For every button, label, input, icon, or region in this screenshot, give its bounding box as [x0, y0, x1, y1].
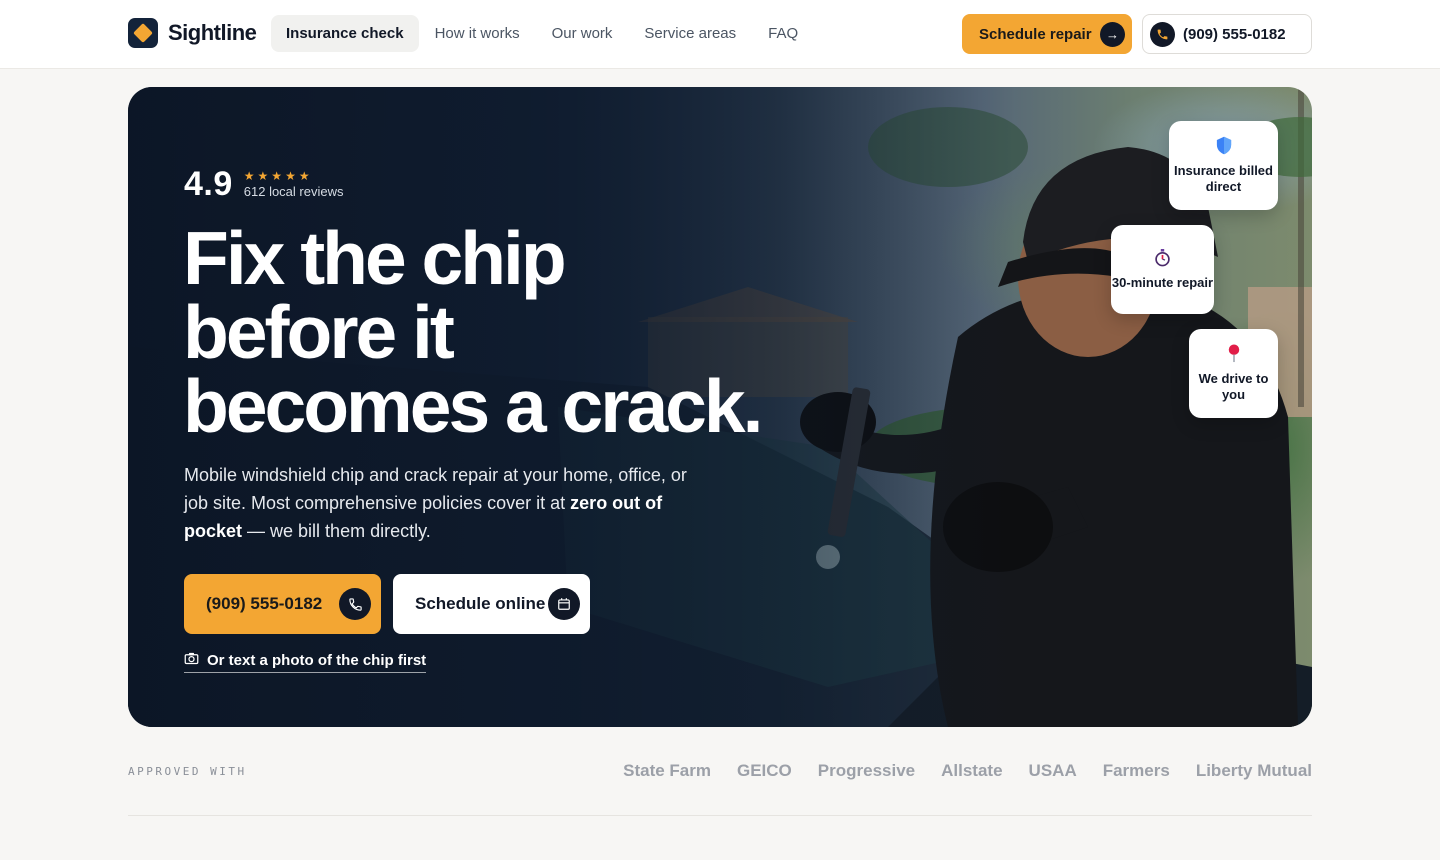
- nav-links: Insurance check How it works Our work Se…: [271, 15, 814, 52]
- hero-section: 4.9 ★ ★ ★ ★ ★ 612 local reviews Fix the …: [128, 87, 1312, 727]
- star-icon: ★: [298, 169, 310, 183]
- logo[interactable]: Sightline: [128, 18, 257, 48]
- hero-subtitle: Mobile windshield chip and crack repair …: [184, 461, 714, 545]
- star-icon: ★: [257, 169, 269, 183]
- schedule-repair-label: Schedule repair: [979, 25, 1092, 43]
- headline-line-1: Fix the chip: [183, 216, 567, 300]
- header-phone-button[interactable]: (909) 555-0182: [1142, 14, 1312, 54]
- phone-icon: [1150, 22, 1175, 47]
- logo-mark-icon: [128, 18, 158, 48]
- insurer-liberty-mutual: Liberty Mutual: [1195, 761, 1312, 780]
- nav-link-insurance-check[interactable]: Insurance check: [271, 15, 419, 52]
- rating-summary: 4.9 ★ ★ ★ ★ ★ 612 local reviews: [184, 165, 343, 204]
- schedule-online-label: Schedule online: [415, 594, 546, 613]
- camera-icon: [184, 652, 199, 669]
- badge-insurance: Insurance billed direct: [1169, 121, 1278, 210]
- insurer-farmers: Farmers: [1102, 761, 1170, 780]
- review-count: 612 local reviews: [243, 184, 344, 199]
- headline-line-2: before it: [183, 290, 455, 374]
- insurer-usaa: USAA: [1028, 761, 1077, 780]
- phone-icon: [339, 588, 371, 620]
- star-rating: ★ ★ ★ ★ ★: [244, 170, 344, 182]
- headline-line-3: becomes a crack.: [183, 364, 763, 448]
- calendar-icon: [548, 588, 580, 620]
- insurer-geico: GEICO: [736, 761, 792, 780]
- subtitle-text-end: — we bill them directly.: [242, 521, 431, 541]
- badge-mobile: We drive to you: [1189, 329, 1278, 418]
- arrow-right-icon: →: [1100, 22, 1125, 47]
- insurer-allstate: Allstate: [941, 761, 1003, 780]
- header-phone-number: (909) 555-0182: [1183, 25, 1286, 43]
- nav-link-service-areas[interactable]: Service areas: [628, 15, 752, 52]
- stopwatch-icon: [1154, 248, 1171, 271]
- badge-insurance-label: Insurance billed direct: [1174, 163, 1273, 194]
- brand-name: Sightline: [168, 20, 257, 45]
- nav-link-our-work[interactable]: Our work: [536, 15, 629, 52]
- text-photo-label: Or text a photo of the chip first: [207, 652, 427, 669]
- text-photo-link[interactable]: Or text a photo of the chip first: [184, 652, 427, 673]
- nav-link-faq[interactable]: FAQ: [752, 15, 814, 52]
- insurer-progressive: Progressive: [817, 761, 916, 780]
- schedule-repair-button[interactable]: Schedule repair →: [962, 14, 1132, 54]
- top-navbar: Sightline Insurance check How it works O…: [0, 0, 1440, 69]
- insurer-logos: State Farm GEICO Progressive Allstate US…: [623, 761, 1312, 781]
- rating-score: 4.9: [184, 165, 233, 203]
- hero-headline: Fix the chip before it becomes a crack.: [183, 216, 883, 448]
- shield-icon: [1216, 136, 1232, 159]
- section-divider: [128, 815, 1312, 816]
- badge-time-label: 30-minute repair: [1111, 275, 1214, 290]
- call-now-button[interactable]: (909) 555-0182: [184, 574, 381, 634]
- schedule-online-button[interactable]: Schedule online: [393, 574, 590, 634]
- star-icon: ★: [285, 169, 296, 183]
- rating-meta: ★ ★ ★ ★ ★ 612 local reviews: [244, 170, 344, 199]
- call-now-number: (909) 555-0182: [206, 594, 323, 613]
- approved-with-label: APPROVED WITH: [128, 765, 247, 778]
- pin-icon: [1227, 344, 1241, 367]
- nav-link-how-it-works[interactable]: How it works: [419, 15, 536, 52]
- badge-drive-label: We drive to you: [1198, 371, 1269, 402]
- star-icon: ★: [271, 169, 283, 183]
- insurer-state-farm: State Farm: [623, 761, 711, 780]
- star-icon: ★: [243, 169, 255, 183]
- badge-repair-time: 30-minute repair: [1111, 225, 1214, 314]
